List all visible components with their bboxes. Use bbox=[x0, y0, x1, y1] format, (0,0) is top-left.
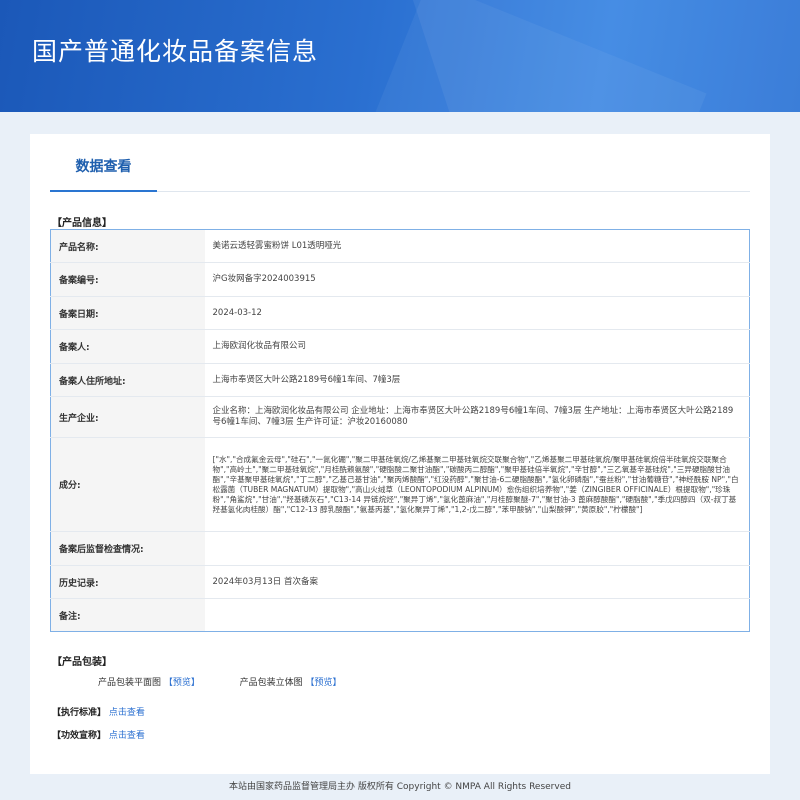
product-info-heading: 【产品信息】 bbox=[52, 218, 112, 229]
table-row: 成分: ["水","合成氟金云母","硅石","一氮化硼","聚二甲基硅氧烷/乙… bbox=[50, 437, 750, 532]
tab-data-view[interactable]: 数据查看 bbox=[50, 134, 157, 192]
content-card: 数据查看 【产品信息】 产品名称: 美诺云透轻雾蜜粉饼 L01透明哑光 备案编号… bbox=[30, 134, 770, 774]
table-row: 备案人: 上海欧润化妆品有限公司 bbox=[50, 329, 750, 364]
table-row: 备案后监督检查情况: bbox=[50, 531, 750, 566]
row-label: 备案人: bbox=[50, 329, 205, 364]
ingredients-value: ["水","合成氟金云母","硅石","一氮化硼","聚二甲基硅氧烷/乙烯基聚二… bbox=[204, 437, 750, 532]
standard-row: 【执行标准】 点击查看 bbox=[52, 705, 145, 718]
footer-copyright: 本站由国家药品监督管理局主办 版权所有 Copyright © NMPA All… bbox=[229, 782, 571, 792]
stereo-preview-link[interactable]: 【预览】 bbox=[306, 675, 342, 688]
flat-image-label: 产品包装平面图 bbox=[98, 678, 162, 688]
record-number-value: 沪G妆网备字2024003915 bbox=[204, 262, 750, 297]
manufacturer-value: 企业名称：上海欧润化妆品有限公司 企业地址：上海市奉贤区大叶公路2189号6幢1… bbox=[204, 396, 750, 438]
row-label: 生产企业: bbox=[50, 396, 205, 438]
registrant-address-value: 上海市奉贤区大叶公路2189号6幢1车间、7幢3层 bbox=[204, 363, 750, 397]
standard-heading: 【执行标准】 bbox=[52, 708, 107, 718]
flat-preview-link[interactable]: 【预览】 bbox=[164, 675, 200, 688]
page-title: 国产普通化妆品备案信息 bbox=[32, 37, 319, 66]
row-label: 备案日期: bbox=[50, 296, 205, 330]
product-info-table: 产品名称: 美诺云透轻雾蜜粉饼 L01透明哑光 备案编号: 沪G妆网备字2024… bbox=[50, 229, 750, 632]
table-row: 历史记录: 2024年03月13日 首次备案 bbox=[50, 565, 750, 599]
row-label: 成分: bbox=[50, 437, 205, 532]
package-heading: 【产品包装】 bbox=[52, 657, 112, 668]
record-date-value: 2024-03-12 bbox=[204, 296, 750, 330]
claims-view-link[interactable]: 点击查看 bbox=[109, 731, 145, 741]
table-row: 产品名称: 美诺云透轻雾蜜粉饼 L01透明哑光 bbox=[50, 229, 750, 263]
row-label: 备注: bbox=[50, 598, 205, 632]
table-row: 备案编号: 沪G妆网备字2024003915 bbox=[50, 262, 750, 297]
supervision-value bbox=[204, 531, 750, 566]
row-label: 备案后监督检查情况: bbox=[50, 531, 205, 566]
table-row: 备注: bbox=[50, 598, 750, 632]
history-value: 2024年03月13日 首次备案 bbox=[204, 565, 750, 599]
remarks-value bbox=[205, 599, 750, 632]
row-label: 备案人住所地址: bbox=[50, 363, 205, 397]
stereo-image-label: 产品包装立体图 bbox=[239, 678, 303, 688]
header-banner: 国产普通化妆品备案信息 bbox=[0, 0, 800, 112]
table-row: 备案人住所地址: 上海市奉贤区大叶公路2189号6幢1车间、7幢3层 bbox=[50, 363, 750, 397]
table-row: 生产企业: 企业名称：上海欧润化妆品有限公司 企业地址：上海市奉贤区大叶公路21… bbox=[50, 396, 750, 438]
table-row: 备案日期: 2024-03-12 bbox=[50, 296, 750, 330]
tab-bar: 数据查看 bbox=[50, 134, 750, 192]
product-name-value: 美诺云透轻雾蜜粉饼 L01透明哑光 bbox=[204, 229, 750, 263]
package-images-row: 产品包装平面图 【预览】 产品包装立体图 【预览】 bbox=[98, 675, 342, 688]
claims-heading: 【功效宣称】 bbox=[52, 731, 107, 741]
claims-row: 【功效宣称】 点击查看 bbox=[52, 728, 145, 741]
registrant-value: 上海欧润化妆品有限公司 bbox=[204, 329, 750, 364]
row-label: 历史记录: bbox=[50, 565, 205, 599]
row-label: 备案编号: bbox=[50, 262, 205, 297]
row-label: 产品名称: bbox=[50, 229, 205, 263]
standard-view-link[interactable]: 点击查看 bbox=[109, 708, 145, 718]
